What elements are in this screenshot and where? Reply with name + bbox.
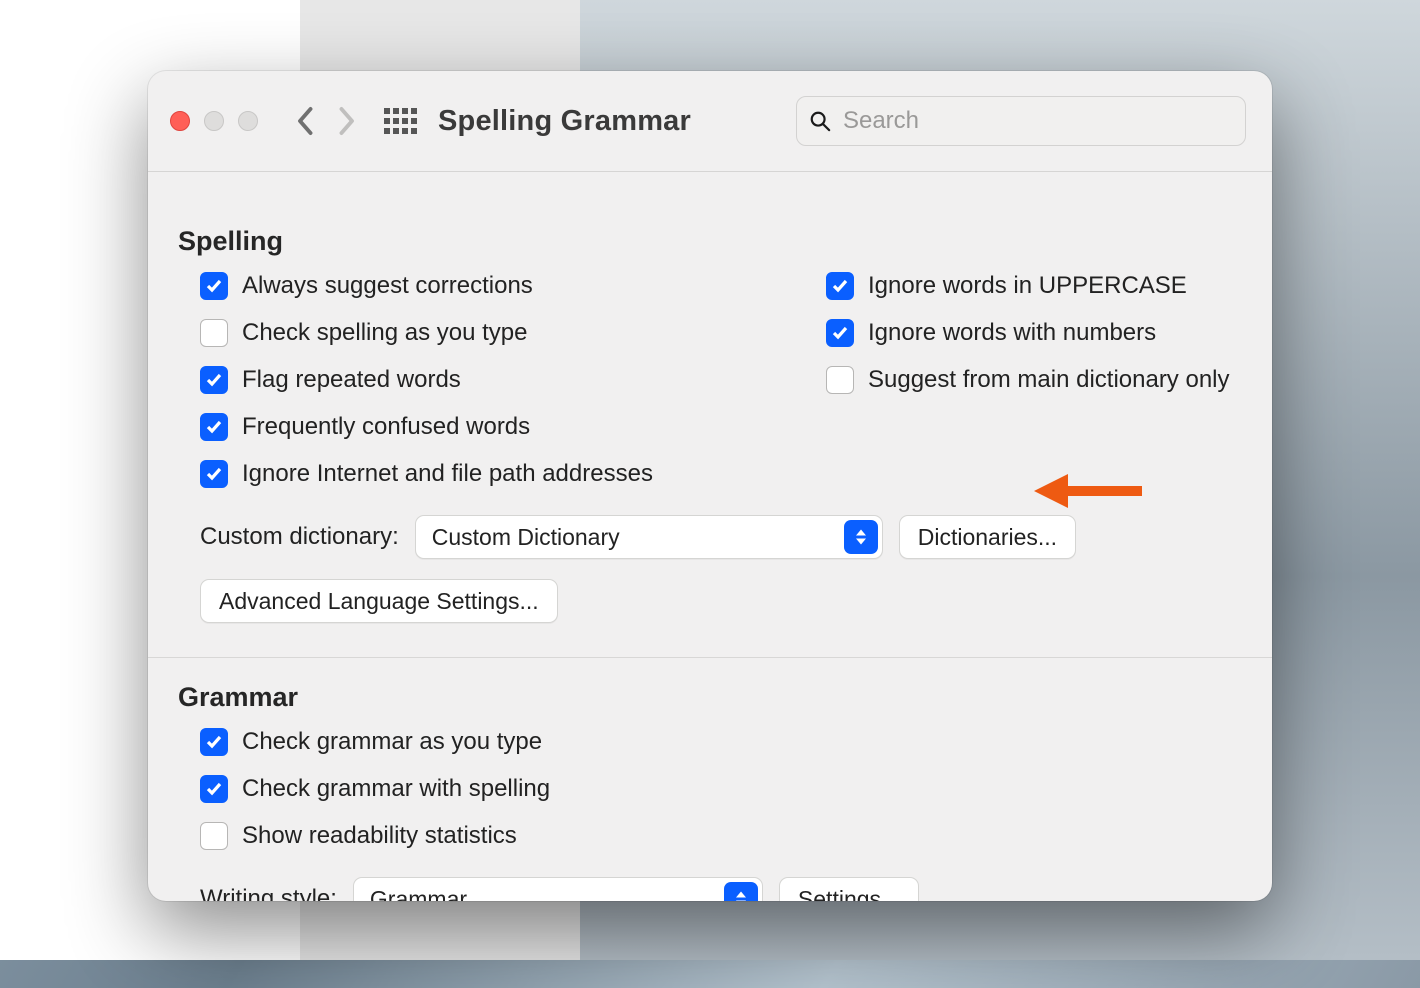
search-input[interactable] (841, 106, 1233, 136)
select-stepper-icon (844, 520, 878, 554)
dictionaries-button[interactable]: Dictionaries... (899, 515, 1076, 559)
spelling-heading: Spelling (178, 226, 1242, 257)
close-window-button[interactable] (170, 111, 190, 131)
spelling-option-suggest-from-main-dictionary-only-checkbox[interactable] (826, 366, 854, 394)
window-title: Spelling Grammar (438, 105, 691, 138)
spelling-option-flag-repeated-words[interactable]: Flag repeated words (200, 363, 770, 397)
grammar-option-check-grammar-with-spelling-label: Check grammar with spelling (242, 775, 550, 803)
spelling-option-ignore-words-with-numbers-label: Ignore words with numbers (868, 319, 1156, 347)
spelling-option-always-suggest-corrections-checkbox[interactable] (200, 272, 228, 300)
grammar-option-check-grammar-with-spelling[interactable]: Check grammar with spelling (200, 772, 1242, 806)
grammar-settings-button[interactable]: Settings... (779, 877, 919, 901)
minimize-window-button[interactable] (204, 111, 224, 131)
spelling-options-left: Always suggest corrections Check spelling… (200, 269, 770, 491)
preferences-content: Spelling Always suggest corrections Check… (148, 172, 1272, 901)
show-all-button[interactable] (384, 104, 418, 138)
advanced-language-settings-label: Advanced Language Settings... (219, 588, 539, 615)
grammar-options: Check grammar as you type Check grammar w… (178, 725, 1242, 853)
grammar-option-check-grammar-as-you-type-checkbox[interactable] (200, 728, 228, 756)
preferences-window: Spelling Grammar Spelling Always suggest… (148, 71, 1272, 901)
spelling-option-ignore-internet-and-file-path-addresses-checkbox[interactable] (200, 460, 228, 488)
spelling-option-ignore-words-with-numbers[interactable]: Ignore words with numbers (826, 316, 1242, 350)
spelling-option-frequently-confused-words-checkbox[interactable] (200, 413, 228, 441)
spelling-option-ignore-internet-and-file-path-addresses[interactable]: Ignore Internet and file path addresses (200, 457, 770, 491)
traffic-lights (170, 111, 258, 131)
spelling-option-always-suggest-corrections-label: Always suggest corrections (242, 272, 533, 300)
grammar-option-check-grammar-as-you-type-label: Check grammar as you type (242, 728, 542, 756)
grammar-heading: Grammar (178, 682, 1242, 713)
advanced-language-settings-button[interactable]: Advanced Language Settings... (200, 579, 558, 623)
spelling-option-frequently-confused-words[interactable]: Frequently confused words (200, 410, 770, 444)
custom-dictionary-label: Custom dictionary: (200, 523, 399, 551)
writing-style-select[interactable]: Grammar (353, 877, 763, 901)
grammar-option-show-readability-statistics-label: Show readability statistics (242, 822, 517, 850)
spelling-option-flag-repeated-words-label: Flag repeated words (242, 366, 461, 394)
spelling-option-check-spelling-as-you-type[interactable]: Check spelling as you type (200, 316, 770, 350)
spelling-option-flag-repeated-words-checkbox[interactable] (200, 366, 228, 394)
grammar-option-show-readability-statistics[interactable]: Show readability statistics (200, 819, 1242, 853)
spelling-option-ignore-words-in-uppercase-label: Ignore words in UPPERCASE (868, 272, 1187, 300)
spelling-option-always-suggest-corrections[interactable]: Always suggest corrections (200, 269, 770, 303)
custom-dictionary-value: Custom Dictionary (432, 524, 620, 551)
back-button[interactable] (286, 96, 326, 146)
grammar-option-show-readability-statistics-checkbox[interactable] (200, 822, 228, 850)
dictionaries-button-label: Dictionaries... (918, 524, 1057, 551)
writing-style-label: Writing style: (200, 885, 337, 901)
spelling-option-frequently-confused-words-label: Frequently confused words (242, 413, 530, 441)
window-toolbar: Spelling Grammar (148, 71, 1272, 172)
spelling-option-suggest-from-main-dictionary-only-label: Suggest from main dictionary only (868, 366, 1230, 394)
grammar-settings-label: Settings... (798, 886, 900, 902)
spelling-option-ignore-words-with-numbers-checkbox[interactable] (826, 319, 854, 347)
search-field[interactable] (796, 96, 1246, 146)
spelling-option-suggest-from-main-dictionary-only[interactable]: Suggest from main dictionary only (826, 363, 1242, 397)
spelling-option-check-spelling-as-you-type-label: Check spelling as you type (242, 319, 528, 347)
grid-icon (384, 108, 418, 134)
spelling-option-ignore-words-in-uppercase[interactable]: Ignore words in UPPERCASE (826, 269, 1242, 303)
spelling-option-ignore-words-in-uppercase-checkbox[interactable] (826, 272, 854, 300)
spelling-options-right: Ignore words in UPPERCASE Ignore words wi… (826, 269, 1242, 491)
chevron-right-icon (337, 106, 355, 136)
select-stepper-icon (724, 882, 758, 901)
writing-style-value: Grammar (370, 886, 467, 902)
custom-dictionary-select[interactable]: Custom Dictionary (415, 515, 883, 559)
forward-button[interactable] (326, 96, 366, 146)
grammar-option-check-grammar-as-you-type[interactable]: Check grammar as you type (200, 725, 1242, 759)
spelling-option-check-spelling-as-you-type-checkbox[interactable] (200, 319, 228, 347)
search-icon (809, 109, 831, 133)
chevron-left-icon (297, 106, 315, 136)
spelling-option-ignore-internet-and-file-path-addresses-label: Ignore Internet and file path addresses (242, 460, 653, 488)
section-divider (148, 657, 1272, 658)
zoom-window-button[interactable] (238, 111, 258, 131)
grammar-option-check-grammar-with-spelling-checkbox[interactable] (200, 775, 228, 803)
